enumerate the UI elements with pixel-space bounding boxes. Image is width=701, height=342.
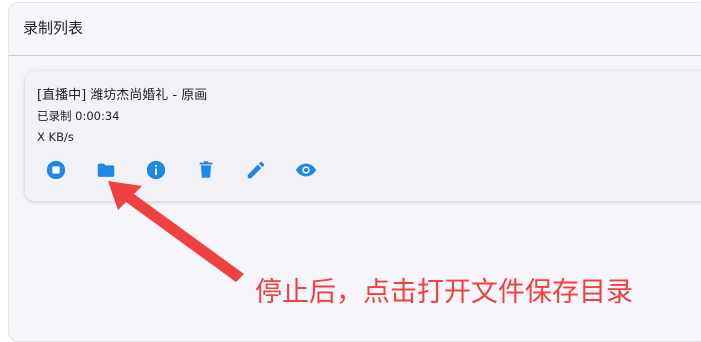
- stop-button[interactable]: [43, 157, 69, 183]
- pencil-icon: [247, 161, 265, 179]
- divider: [9, 55, 701, 56]
- panel-title: 录制列表: [23, 19, 84, 37]
- preview-button[interactable]: [293, 157, 319, 183]
- trash-icon: [199, 161, 213, 178]
- edit-button[interactable]: [243, 157, 269, 183]
- annotation-text: 停止后，点击打开文件保存目录: [255, 277, 633, 308]
- stop-circle-icon: [46, 160, 66, 180]
- info-icon: [146, 160, 166, 180]
- recording-speed: X KB/s: [37, 130, 74, 144]
- recording-duration: 已录制 0:00:34: [37, 109, 120, 123]
- delete-button[interactable]: [193, 157, 219, 183]
- recording-card: [直播中] 潍坊杰尚婚礼 - 原画 已录制 0:00:34 X KB/s: [25, 71, 701, 201]
- folder-icon: [97, 163, 115, 177]
- info-button[interactable]: [143, 157, 169, 183]
- open-folder-button[interactable]: [93, 157, 119, 183]
- recording-title: [直播中] 潍坊杰尚婚礼 - 原画: [37, 88, 208, 103]
- eye-icon: [295, 163, 317, 177]
